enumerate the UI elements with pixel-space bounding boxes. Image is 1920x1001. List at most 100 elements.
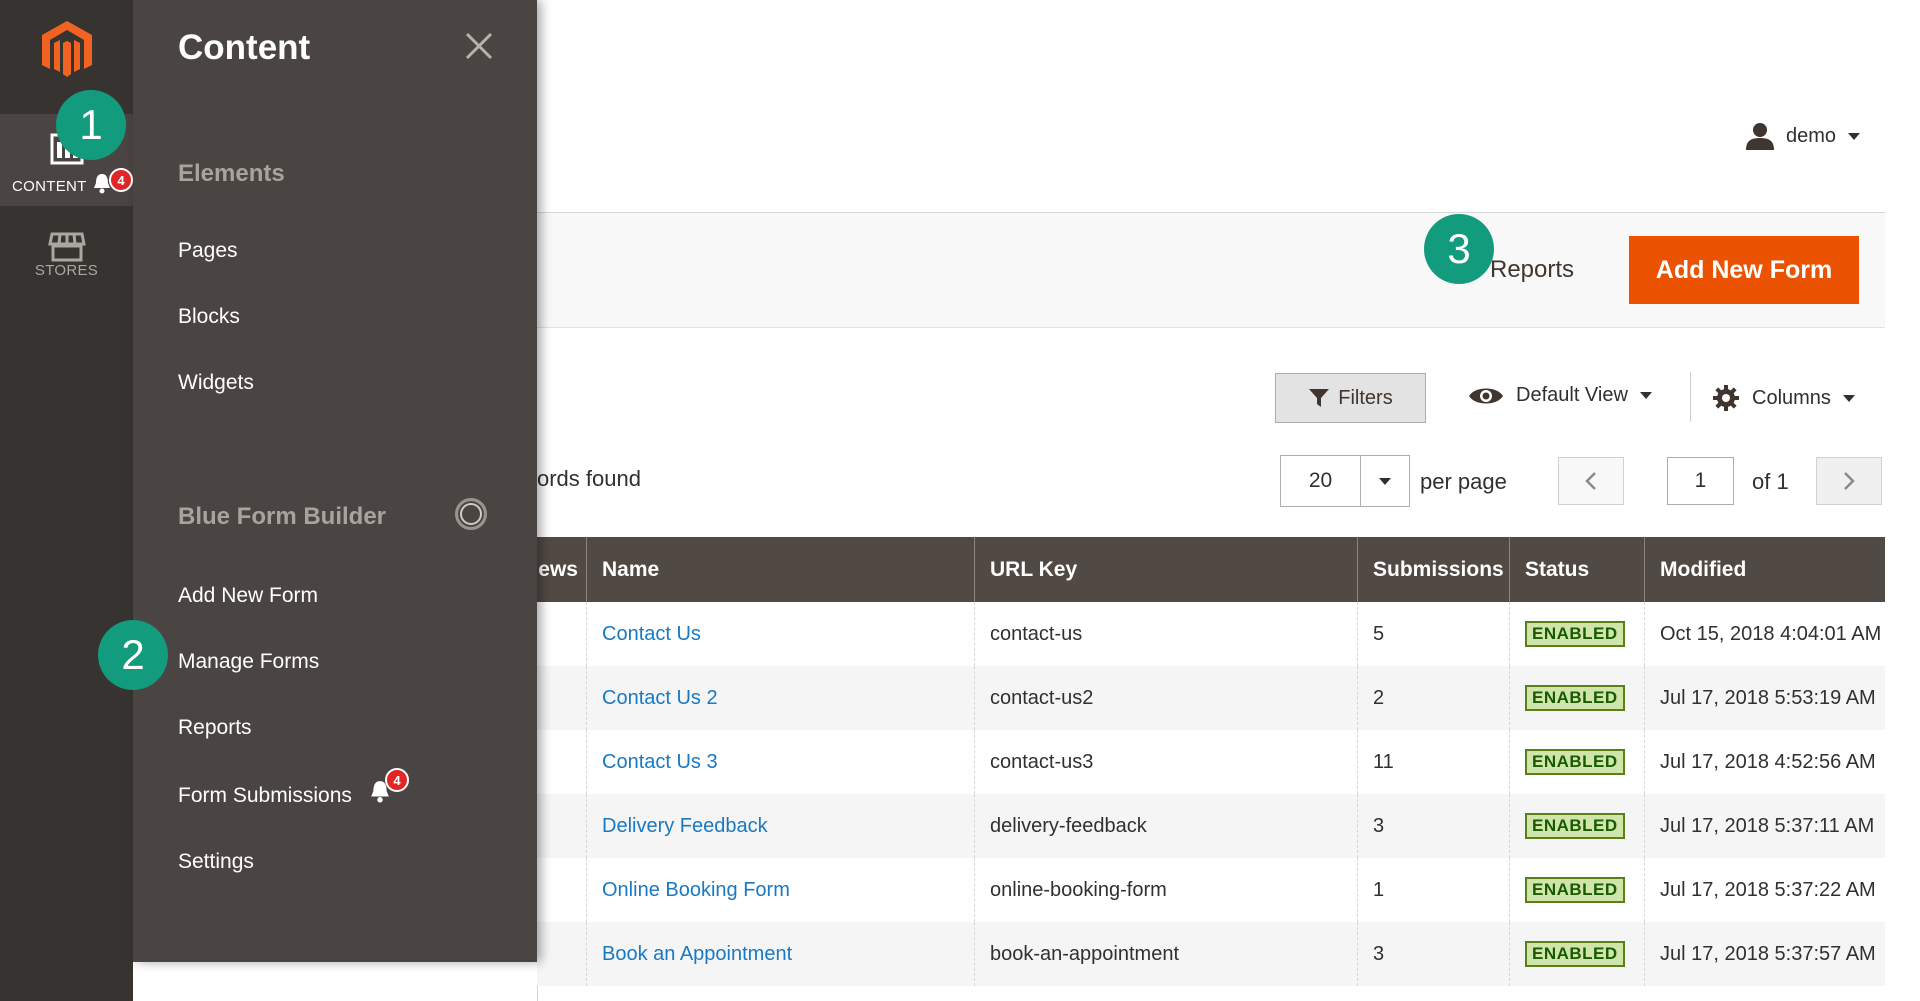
menu-item-add-new-form[interactable]: Add New Form: [178, 584, 318, 608]
filters-label: Filters: [1338, 386, 1393, 409]
submissions-cell: 2: [1358, 666, 1510, 730]
page-number-input[interactable]: 1: [1667, 457, 1734, 505]
eye-icon: [1469, 388, 1503, 403]
gear-icon: [1713, 385, 1739, 411]
table-row[interactable]: Online Booking Form online-booking-form …: [537, 858, 1885, 922]
form-name-link[interactable]: Contact Us: [587, 602, 975, 666]
url-key-cell: contact-us: [975, 602, 1358, 666]
add-new-form-button[interactable]: Add New Form: [1629, 236, 1859, 304]
columns-control[interactable]: Columns: [1712, 384, 1855, 412]
grid-next-row: [537, 986, 1885, 1001]
url-key-cell: contact-us3: [975, 730, 1358, 794]
column-header-name[interactable]: Name: [587, 537, 975, 602]
column-header-status[interactable]: Status: [1510, 537, 1645, 602]
grid-header: ews Name URL Key Submissions Status Modi…: [537, 537, 1885, 602]
modified-cell: Oct 15, 2018 4:04:01 AM: [1660, 622, 1882, 645]
submissions-cell: 3: [1358, 794, 1510, 858]
chevron-down-icon: [1639, 392, 1652, 399]
status-cell: ENABLED: [1510, 858, 1645, 922]
status-badge: ENABLED: [1525, 621, 1625, 647]
sidebar-item-label: STORES: [34, 262, 99, 279]
loading-spinner-icon: [455, 498, 487, 530]
submissions-cell: 3: [1358, 922, 1510, 986]
status-badge: ENABLED: [1525, 813, 1625, 839]
table-row[interactable]: Contact Us contact-us 5 ENABLED Oct 15, …: [537, 602, 1885, 666]
form-name-link[interactable]: Online Booking Form: [587, 858, 975, 922]
view-label: Default View: [1516, 384, 1628, 406]
reports-button[interactable]: Reports: [1490, 256, 1574, 284]
form-name-link[interactable]: Delivery Feedback: [587, 794, 975, 858]
menu-item-blocks[interactable]: Blocks: [178, 305, 240, 329]
status-badge: ENABLED: [1525, 941, 1625, 967]
user-menu[interactable]: demo: [1746, 122, 1861, 150]
views-cell: [537, 794, 587, 858]
views-cell: [537, 666, 587, 730]
submissions-cell: 11: [1358, 730, 1510, 794]
url-key-cell: delivery-feedback: [975, 794, 1358, 858]
views-cell: [537, 602, 587, 666]
chevron-down-icon: [1848, 132, 1861, 140]
menu-item-pages[interactable]: Pages: [178, 239, 238, 263]
flyout-title: Content: [178, 28, 311, 67]
view-switcher[interactable]: Default View: [1468, 384, 1652, 407]
column-header-modified[interactable]: Modified: [1645, 537, 1885, 602]
chevron-down-icon: [1379, 477, 1391, 485]
menu-item-form-submissions[interactable]: Form Submissions: [178, 784, 352, 808]
per-page-select[interactable]: 20: [1280, 455, 1410, 507]
column-header-submissions[interactable]: Submissions: [1358, 537, 1510, 602]
pager-next-button[interactable]: [1816, 457, 1882, 505]
records-found-text: ords found: [537, 466, 641, 491]
menu-item-widgets[interactable]: Widgets: [178, 371, 254, 395]
chevron-left-icon: [1585, 472, 1596, 490]
content-flyout-menu: Content Elements Pages Blocks Widgets Bl…: [133, 0, 537, 962]
submissions-cell: 5: [1358, 602, 1510, 666]
page-total: of 1: [1752, 469, 1789, 494]
form-name-link[interactable]: Book an Appointment: [587, 922, 975, 986]
magento-logo-icon: [41, 21, 92, 77]
url-key-cell: contact-us2: [975, 666, 1358, 730]
section-title-elements: Elements: [178, 160, 285, 187]
modified-cell: Jul 17, 2018 4:52:56 AM: [1660, 750, 1876, 773]
modified-cell: Jul 17, 2018 5:37:22 AM: [1660, 878, 1876, 901]
chevron-right-icon: [1844, 472, 1855, 490]
modified-cell: Jul 17, 2018 5:53:19 AM: [1660, 686, 1876, 709]
status-cell: ENABLED: [1510, 602, 1645, 666]
per-page-label: per page: [1420, 469, 1507, 494]
column-header-views[interactable]: ews: [537, 537, 587, 602]
user-icon: [1746, 123, 1774, 150]
columns-label: Columns: [1752, 386, 1831, 409]
status-badge: ENABLED: [1525, 877, 1625, 903]
table-row[interactable]: Book an Appointment book-an-appointment …: [537, 922, 1885, 986]
column-header-url-key[interactable]: URL Key: [975, 537, 1358, 602]
toolbar-divider: [1690, 372, 1691, 422]
table-row[interactable]: Contact Us 3 contact-us3 11 ENABLED Jul …: [537, 730, 1885, 794]
filters-button[interactable]: Filters: [1275, 373, 1426, 423]
table-row[interactable]: Delivery Feedback delivery-feedback 3 EN…: [537, 794, 1885, 858]
pager-prev-button[interactable]: [1558, 457, 1624, 505]
form-name-link[interactable]: Contact Us 2: [587, 666, 975, 730]
table-row[interactable]: Contact Us 2 contact-us2 2 ENABLED Jul 1…: [537, 666, 1885, 730]
close-icon[interactable]: [463, 30, 495, 62]
status-badge: ENABLED: [1525, 685, 1625, 711]
menu-item-settings[interactable]: Settings: [178, 850, 254, 874]
menu-item-manage-forms[interactable]: Manage Forms: [178, 650, 319, 674]
status-cell: ENABLED: [1510, 666, 1645, 730]
modified-cell: Jul 17, 2018 5:37:57 AM: [1660, 942, 1876, 965]
url-key-cell: book-an-appointment: [975, 922, 1358, 986]
menu-item-reports[interactable]: Reports: [178, 716, 252, 740]
step-marker-2: 2: [98, 620, 168, 690]
chevron-down-icon: [1842, 394, 1855, 402]
status-cell: ENABLED: [1510, 730, 1645, 794]
form-name-link[interactable]: Contact Us 3: [587, 730, 975, 794]
user-name: demo: [1786, 124, 1837, 147]
status-cell: ENABLED: [1510, 794, 1645, 858]
store-icon: [47, 232, 86, 262]
per-page-value: 20: [1281, 456, 1361, 506]
views-cell: [537, 730, 587, 794]
magento-logo[interactable]: [0, 0, 133, 100]
notification-badge: 4: [385, 768, 409, 792]
status-cell: ENABLED: [1510, 922, 1645, 986]
per-page-toggle[interactable]: [1361, 456, 1409, 506]
filter-icon: [1309, 389, 1330, 407]
sidebar-item-stores[interactable]: STORES: [0, 212, 133, 304]
